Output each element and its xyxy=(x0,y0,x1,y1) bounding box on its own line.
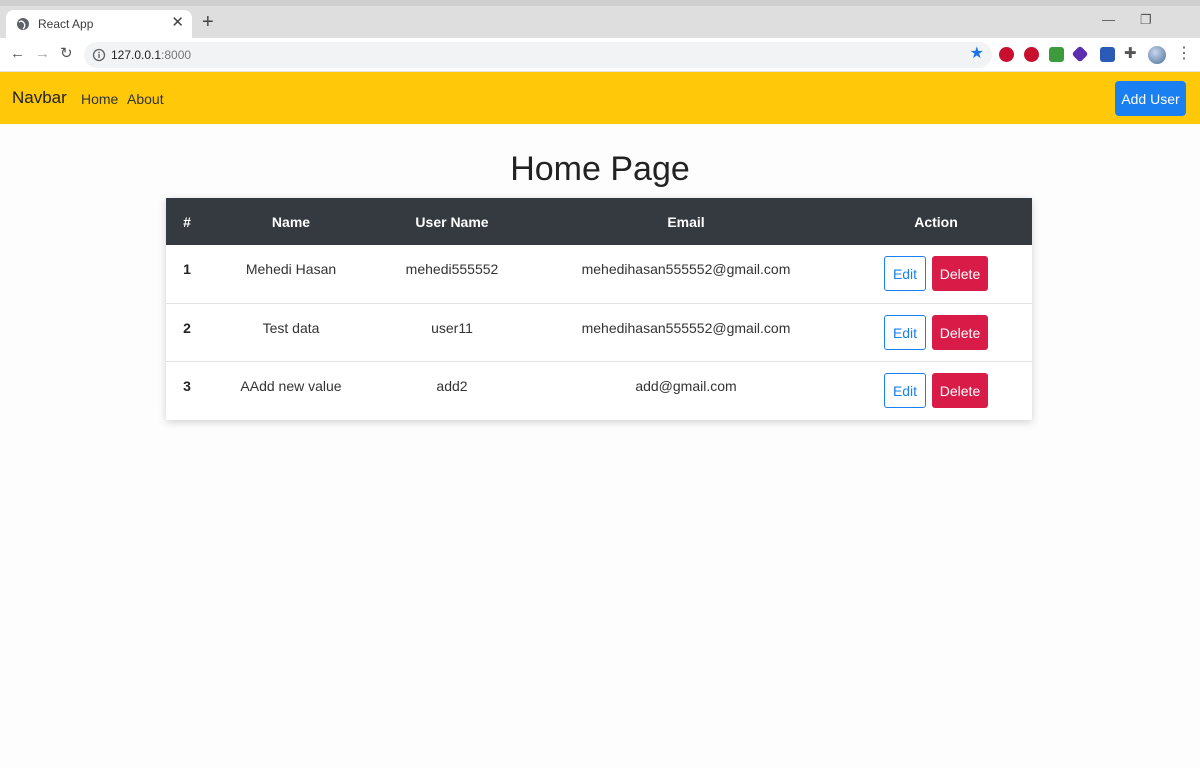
row-email: mehedihasan555552@gmail.com xyxy=(581,261,791,277)
url-host: 127.0.0.1 xyxy=(111,48,162,62)
row-name: Mehedi Hasan xyxy=(245,261,337,277)
globe-icon xyxy=(17,18,29,30)
bookmark-star-icon[interactable]: ★ xyxy=(970,45,984,63)
row-number: 2 xyxy=(183,320,191,336)
table-row: 2 Test data user11 mehedihasan555552@gma… xyxy=(166,303,1032,361)
browser-tab[interactable]: React App ✕ xyxy=(6,10,192,38)
address-bar[interactable]: 127.0.0.1:8000 ★ xyxy=(84,42,992,68)
blue-extension-icon[interactable] xyxy=(1100,47,1115,62)
edit-button[interactable]: Edit xyxy=(884,373,926,408)
header-username: User Name xyxy=(415,214,489,230)
row-name: AAdd new value xyxy=(240,378,342,394)
row-number: 3 xyxy=(183,378,191,394)
delete-button[interactable]: Delete xyxy=(932,315,988,350)
row-username: mehedi555552 xyxy=(405,261,499,277)
nav-link-home[interactable]: Home xyxy=(81,91,118,107)
app-navbar: Navbar Home About Add User xyxy=(0,72,1200,124)
yab-extension-icon[interactable] xyxy=(1024,47,1039,62)
row-number: 1 xyxy=(183,261,191,277)
url-port: :8000 xyxy=(161,48,192,62)
browser-tabstrip: React App ✕ + — ❐ xyxy=(0,0,1200,38)
url-text: 127.0.0.1:8000 xyxy=(111,48,191,62)
close-tab-icon[interactable]: ✕ xyxy=(171,15,184,31)
new-tab-icon[interactable]: + xyxy=(202,12,214,32)
table-row: 1 Mehedi Hasan mehedi555552 mehedihasan5… xyxy=(166,245,1032,303)
header-number: # xyxy=(183,214,191,230)
table-header: # Name User Name Email Action xyxy=(166,198,1032,245)
minimize-icon[interactable]: — xyxy=(1102,12,1115,27)
navbar-brand[interactable]: Navbar xyxy=(12,88,67,108)
delete-button[interactable]: Delete xyxy=(932,256,988,291)
profile-avatar[interactable] xyxy=(1148,46,1166,64)
table-row: 3 AAdd new value add2 add@gmail.com Edit… xyxy=(166,361,1032,419)
row-username: user11 xyxy=(431,320,473,336)
info-icon[interactable] xyxy=(92,48,106,62)
adblock-extension-icon[interactable] xyxy=(999,47,1014,62)
row-email: add@gmail.com xyxy=(635,378,737,394)
add-user-button[interactable]: Add User xyxy=(1115,81,1186,116)
page-title: Home Page xyxy=(510,150,690,188)
row-name: Test data xyxy=(262,320,320,336)
browser-menu-icon[interactable]: ⋮ xyxy=(1176,45,1192,63)
green-extension-icon[interactable] xyxy=(1049,47,1064,62)
row-email: mehedihasan555552@gmail.com xyxy=(581,320,791,336)
back-icon[interactable]: ← xyxy=(10,45,25,63)
row-username: add2 xyxy=(436,378,468,394)
header-action: Action xyxy=(914,214,958,230)
edit-button[interactable]: Edit xyxy=(884,256,926,291)
users-table: # Name User Name Email Action 1 Mehedi H… xyxy=(166,198,1032,420)
purple-extension-icon[interactable] xyxy=(1071,45,1089,63)
restore-icon[interactable]: ❐ xyxy=(1140,12,1152,28)
header-name: Name xyxy=(271,214,311,230)
delete-button[interactable]: Delete xyxy=(932,373,988,408)
extensions-puzzle-icon[interactable]: ✚ xyxy=(1124,44,1139,62)
reload-icon[interactable]: ↻ xyxy=(60,45,73,63)
forward-icon[interactable]: → xyxy=(35,45,50,63)
tab-title: React App xyxy=(38,17,94,31)
browser-toolbar: ← → ↻ 127.0.0.1:8000 ★ ✚ ⋮ xyxy=(0,38,1200,72)
header-email: Email xyxy=(667,214,705,230)
nav-link-about[interactable]: About xyxy=(127,91,164,107)
edit-button[interactable]: Edit xyxy=(884,315,926,350)
